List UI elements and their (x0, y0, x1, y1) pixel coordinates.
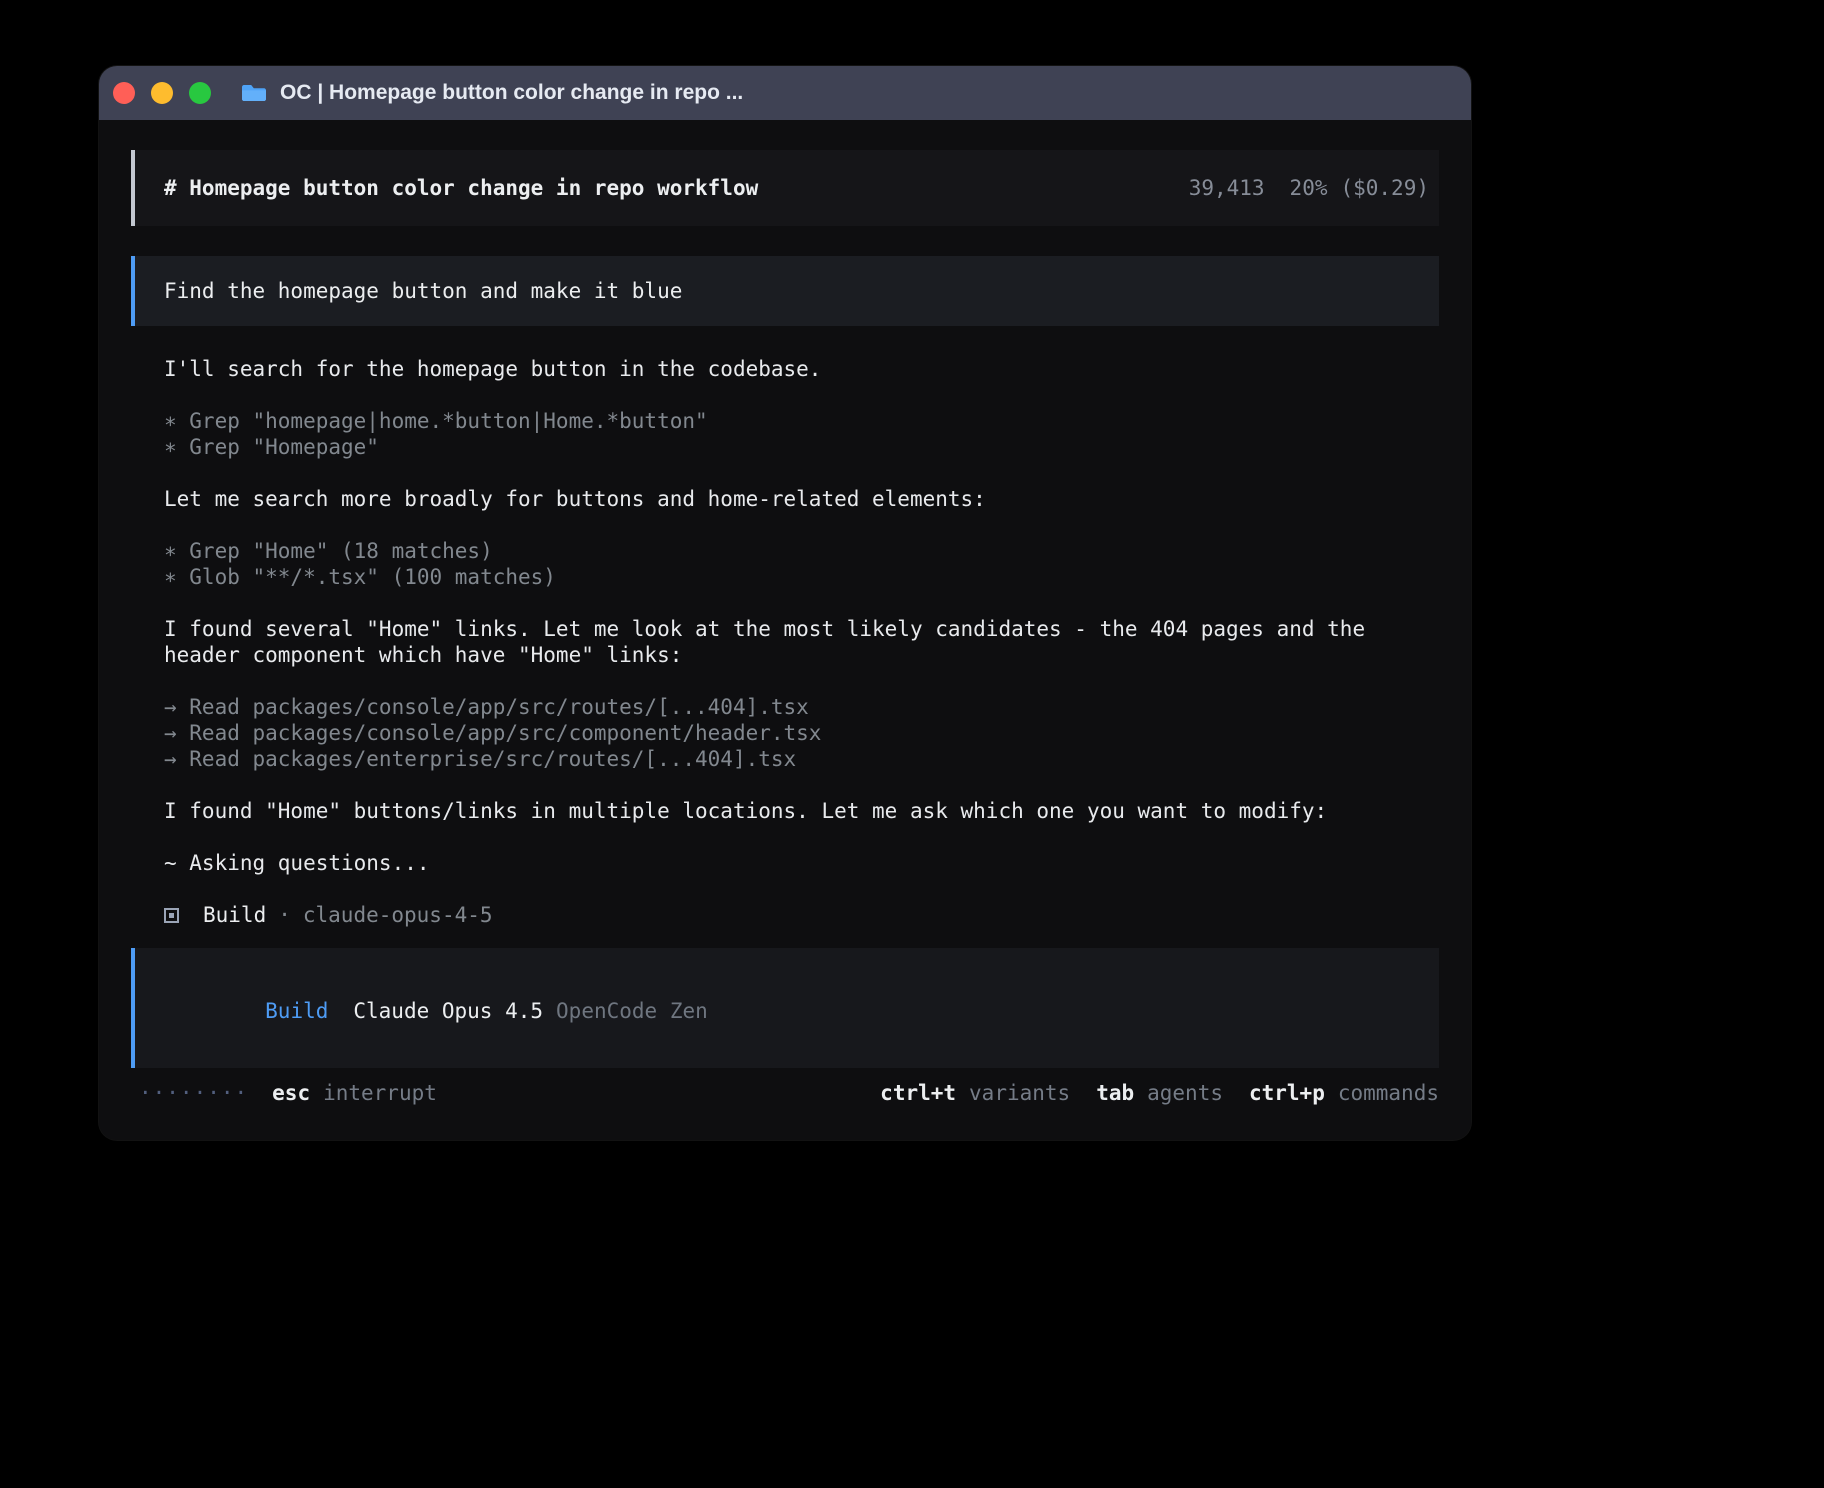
input-meta-row: Build Claude Opus 4.5 OpenCode Zen (164, 972, 1429, 1050)
ctrl-p-key: ctrl+p (1249, 1081, 1325, 1105)
assistant-message: Let me search more broadly for buttons a… (164, 486, 1439, 512)
read-tool-line: → Read packages/console/app/src/routes/[… (164, 694, 1439, 720)
status-bar-right: ctrl+t variants tab agents ctrl+p commands (854, 1080, 1439, 1106)
read-tool-line: → Read packages/enterprise/src/routes/[.… (164, 746, 1439, 772)
user-message: Find the homepage button and make it blu… (131, 256, 1439, 326)
session-title: # Homepage button color change in repo w… (164, 176, 758, 200)
input-provider: OpenCode Zen (556, 999, 708, 1023)
read-tool-line: → Read packages/console/app/src/componen… (164, 720, 1439, 746)
terminal-window: OC | Homepage button color change in rep… (99, 66, 1471, 1140)
spinner-dots: ········ (139, 1080, 248, 1106)
assistant-text-line: I'll search for the homepage button in t… (164, 356, 1439, 382)
input-model-name: Claude Opus 4.5 (353, 999, 543, 1023)
agent-separator: · (278, 903, 291, 927)
tool-call-line: ∗ Grep "homepage|home.*button|Home.*butt… (164, 408, 1439, 434)
status-bar: ········ esc interrupt ctrl+t variants ta… (131, 1080, 1439, 1106)
assistant-text-line: Let me search more broadly for buttons a… (164, 486, 1439, 512)
user-message-text: Find the homepage button and make it blu… (164, 279, 682, 303)
terminal-content: # Homepage button color change in repo w… (99, 120, 1471, 1140)
transcript: I'll search for the homepage button in t… (131, 356, 1439, 928)
tab-key: tab (1096, 1081, 1134, 1105)
variants-hint: ctrl+t variants (880, 1080, 1070, 1106)
status-bar-left: ········ esc interrupt (131, 1080, 437, 1106)
tool-call-group: → Read packages/console/app/src/routes/[… (164, 694, 1439, 772)
session-cost: ($0.29) (1340, 176, 1429, 200)
agent-model: claude-opus-4-5 (303, 903, 493, 927)
close-button[interactable] (113, 82, 135, 104)
commands-label: commands (1338, 1081, 1439, 1105)
window-title: OC | Homepage button color change in rep… (280, 81, 743, 105)
input-agent-label: Build (265, 999, 328, 1023)
zoom-button[interactable] (189, 82, 211, 104)
tool-call-line: ∗ Grep "Home" (18 matches) (164, 538, 1439, 564)
tool-call-group: ∗ Grep "Home" (18 matches) ∗ Glob "**/*.… (164, 538, 1439, 590)
assistant-text-line: I found "Home" buttons/links in multiple… (164, 798, 1439, 824)
esc-key-label: interrupt (323, 1080, 437, 1106)
working-status: ~ Asking questions... (164, 850, 1439, 876)
working-status-line: ~ Asking questions... (164, 850, 1439, 876)
window-titlebar[interactable]: OC | Homepage button color change in rep… (99, 66, 1471, 120)
session-header: # Homepage button color change in repo w… (131, 150, 1439, 226)
tool-call-line: ∗ Grep "Homepage" (164, 434, 1439, 460)
variants-label: variants (969, 1081, 1070, 1105)
assistant-message: I found several "Home" links. Let me loo… (164, 616, 1439, 668)
session-stats: 39,413 20% ($0.29) (1088, 152, 1429, 224)
build-agent-icon (164, 908, 179, 923)
build-agent-icon-core (169, 913, 174, 918)
tool-call-group: ∗ Grep "homepage|home.*button|Home.*butt… (164, 408, 1439, 460)
minimize-button[interactable] (151, 82, 173, 104)
agent-status-row: Build · claude-opus-4-5 (164, 902, 1439, 928)
prompt-input[interactable]: Build Claude Opus 4.5 OpenCode Zen (131, 948, 1439, 1068)
tool-call-line: ∗ Glob "**/*.tsx" (100 matches) (164, 564, 1439, 590)
assistant-message: I'll search for the homepage button in t… (164, 356, 1439, 382)
assistant-message: I found "Home" buttons/links in multiple… (164, 798, 1439, 824)
agent-name: Build (203, 903, 266, 927)
context-percent: 20% (1290, 176, 1328, 200)
folder-icon (240, 82, 268, 104)
token-count: 39,413 (1189, 176, 1265, 200)
agents-label: agents (1147, 1081, 1223, 1105)
agents-hint: tab agents (1096, 1080, 1223, 1106)
commands-hint: ctrl+p commands (1249, 1080, 1439, 1106)
esc-key-hint: esc (272, 1080, 310, 1106)
traffic-lights (113, 82, 211, 104)
ctrl-t-key: ctrl+t (880, 1081, 956, 1105)
assistant-text-line: I found several "Home" links. Let me loo… (164, 616, 1439, 668)
